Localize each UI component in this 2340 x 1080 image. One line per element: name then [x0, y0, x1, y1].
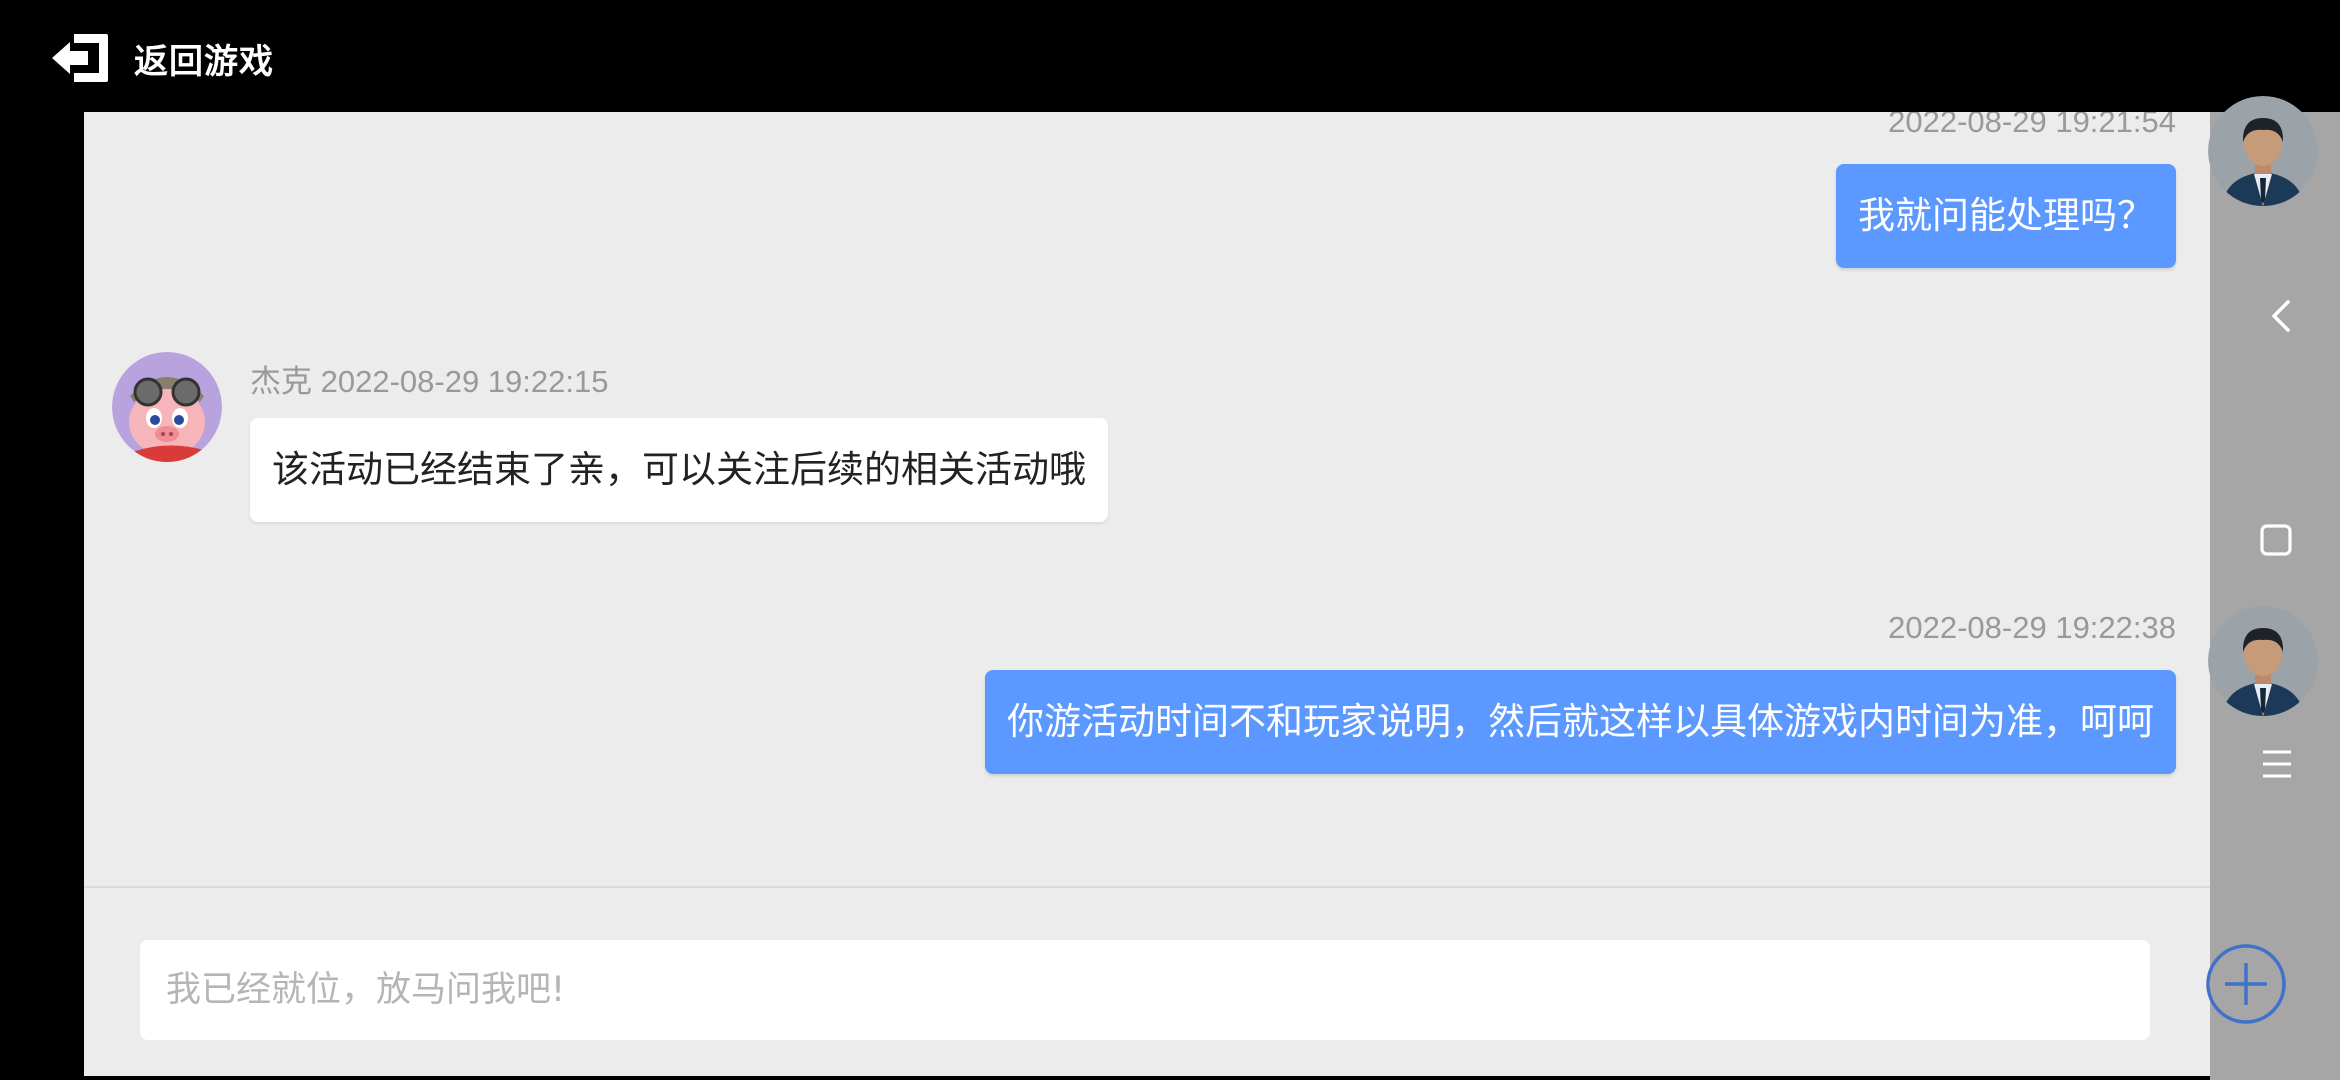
my-message-bubble[interactable]: 我就问能处理吗？: [1836, 164, 2176, 268]
pig-pilot-avatar-icon: [112, 352, 222, 462]
businessman-avatar-icon: [2208, 606, 2318, 716]
back-arrow-icon[interactable]: [2264, 296, 2300, 336]
exit-arrow-icon: [52, 34, 108, 82]
agent-avatar[interactable]: [112, 352, 222, 462]
top-bar: 返回游戏: [0, 0, 2340, 112]
right-side-bar: [2210, 112, 2340, 1080]
message-timestamp: 2022-08-29 19:21:54: [1888, 112, 2176, 139]
agent-message-bubble[interactable]: 该活动已经结束了亲，可以关注后续的相关活动哦: [250, 418, 1108, 522]
back-to-game-label: 返回游戏: [134, 41, 274, 82]
message-timestamp: 2022-08-29 19:22:38: [1888, 610, 2176, 645]
chat-message-list[interactable]: 2022-08-29 19:21:54 我就问能处理吗？ 杰克 2022-08-…: [84, 112, 2210, 886]
left-black-strip: [0, 112, 84, 1080]
my-message-bubble[interactable]: 你游活动时间不和玩家说明，然后就这样以具体游戏内时间为准，呵呵: [985, 670, 2176, 774]
home-square-icon[interactable]: [2258, 522, 2294, 558]
add-attachment-button[interactable]: [2205, 943, 2287, 1025]
user-avatar[interactable]: [2208, 606, 2318, 716]
bottom-edge: [84, 1076, 2210, 1080]
user-avatar[interactable]: [2208, 96, 2318, 206]
message-input[interactable]: [140, 940, 2150, 1040]
menu-lines-icon[interactable]: [2260, 748, 2294, 780]
businessman-avatar-icon: [2208, 96, 2318, 206]
back-to-game-button[interactable]: 返回游戏: [48, 28, 274, 88]
agent-name-timestamp: 杰克 2022-08-29 19:22:15: [250, 364, 609, 399]
